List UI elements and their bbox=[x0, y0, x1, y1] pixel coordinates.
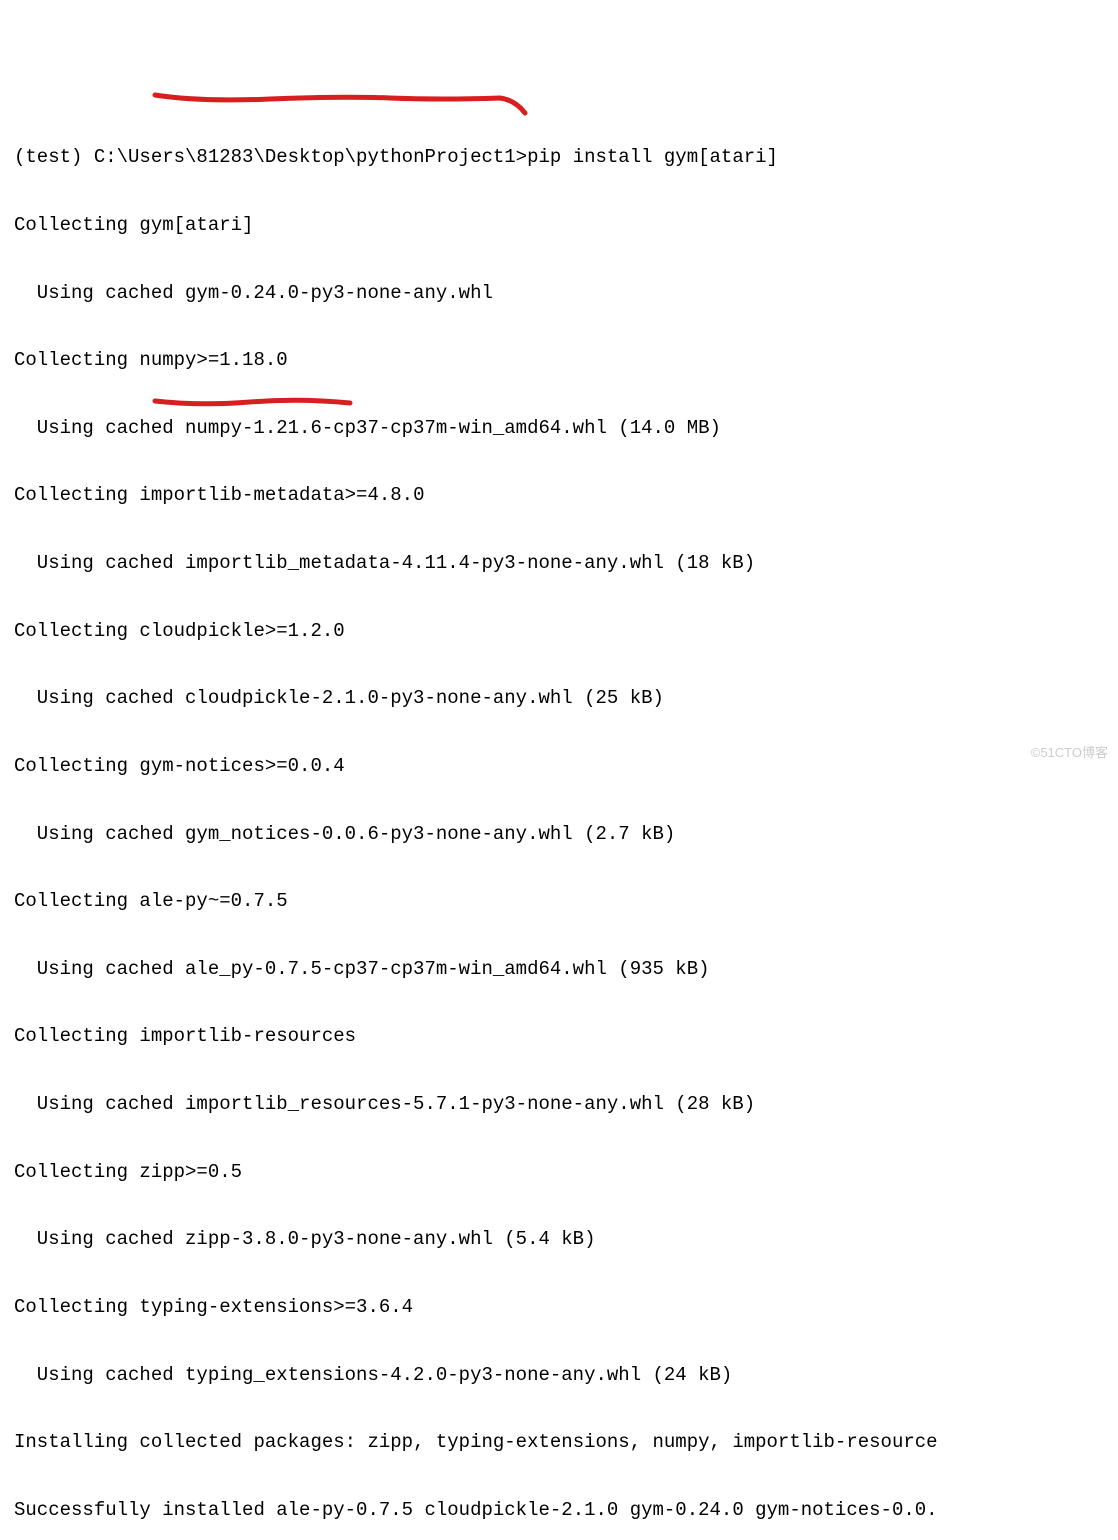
output-line: Using cached importlib_resources-5.7.1-p… bbox=[14, 1088, 1104, 1122]
output-line: Collecting gym-notices>=0.0.4 bbox=[14, 750, 1104, 784]
watermark: ©51CTO博客 bbox=[1031, 741, 1108, 764]
output-line: Using cached cloudpickle-2.1.0-py3-none-… bbox=[14, 682, 1104, 716]
output-line: Collecting cloudpickle>=1.2.0 bbox=[14, 615, 1104, 649]
output-line: Collecting importlib-resources bbox=[14, 1020, 1104, 1054]
output-line: Installing collected packages: zipp, typ… bbox=[14, 1426, 1104, 1460]
terminal-prompt-line: (test) C:\Users\81283\Desktop\pythonProj… bbox=[14, 141, 1104, 175]
output-line: Using cached importlib_metadata-4.11.4-p… bbox=[14, 547, 1104, 581]
output-line: Using cached ale_py-0.7.5-cp37-cp37m-win… bbox=[14, 953, 1104, 987]
output-line: Collecting gym[atari] bbox=[14, 209, 1104, 243]
output-line: Collecting numpy>=1.18.0 bbox=[14, 344, 1104, 378]
output-line: Collecting typing-extensions>=3.6.4 bbox=[14, 1291, 1104, 1325]
output-line: Using cached typing_extensions-4.2.0-py3… bbox=[14, 1359, 1104, 1393]
output-line: Using cached gym-0.24.0-py3-none-any.whl bbox=[14, 277, 1104, 311]
output-line: Successfully installed ale-py-0.7.5 clou… bbox=[14, 1494, 1104, 1528]
output-line: Using cached zipp-3.8.0-py3-none-any.whl… bbox=[14, 1223, 1104, 1257]
annotation-underline-1 bbox=[150, 90, 550, 130]
output-line: Collecting importlib-metadata>=4.8.0 bbox=[14, 479, 1104, 513]
output-line: Using cached gym_notices-0.0.6-py3-none-… bbox=[14, 818, 1104, 852]
output-line: Collecting ale-py~=0.7.5 bbox=[14, 885, 1104, 919]
output-line: Using cached numpy-1.21.6-cp37-cp37m-win… bbox=[14, 412, 1104, 446]
output-line: Collecting zipp>=0.5 bbox=[14, 1156, 1104, 1190]
